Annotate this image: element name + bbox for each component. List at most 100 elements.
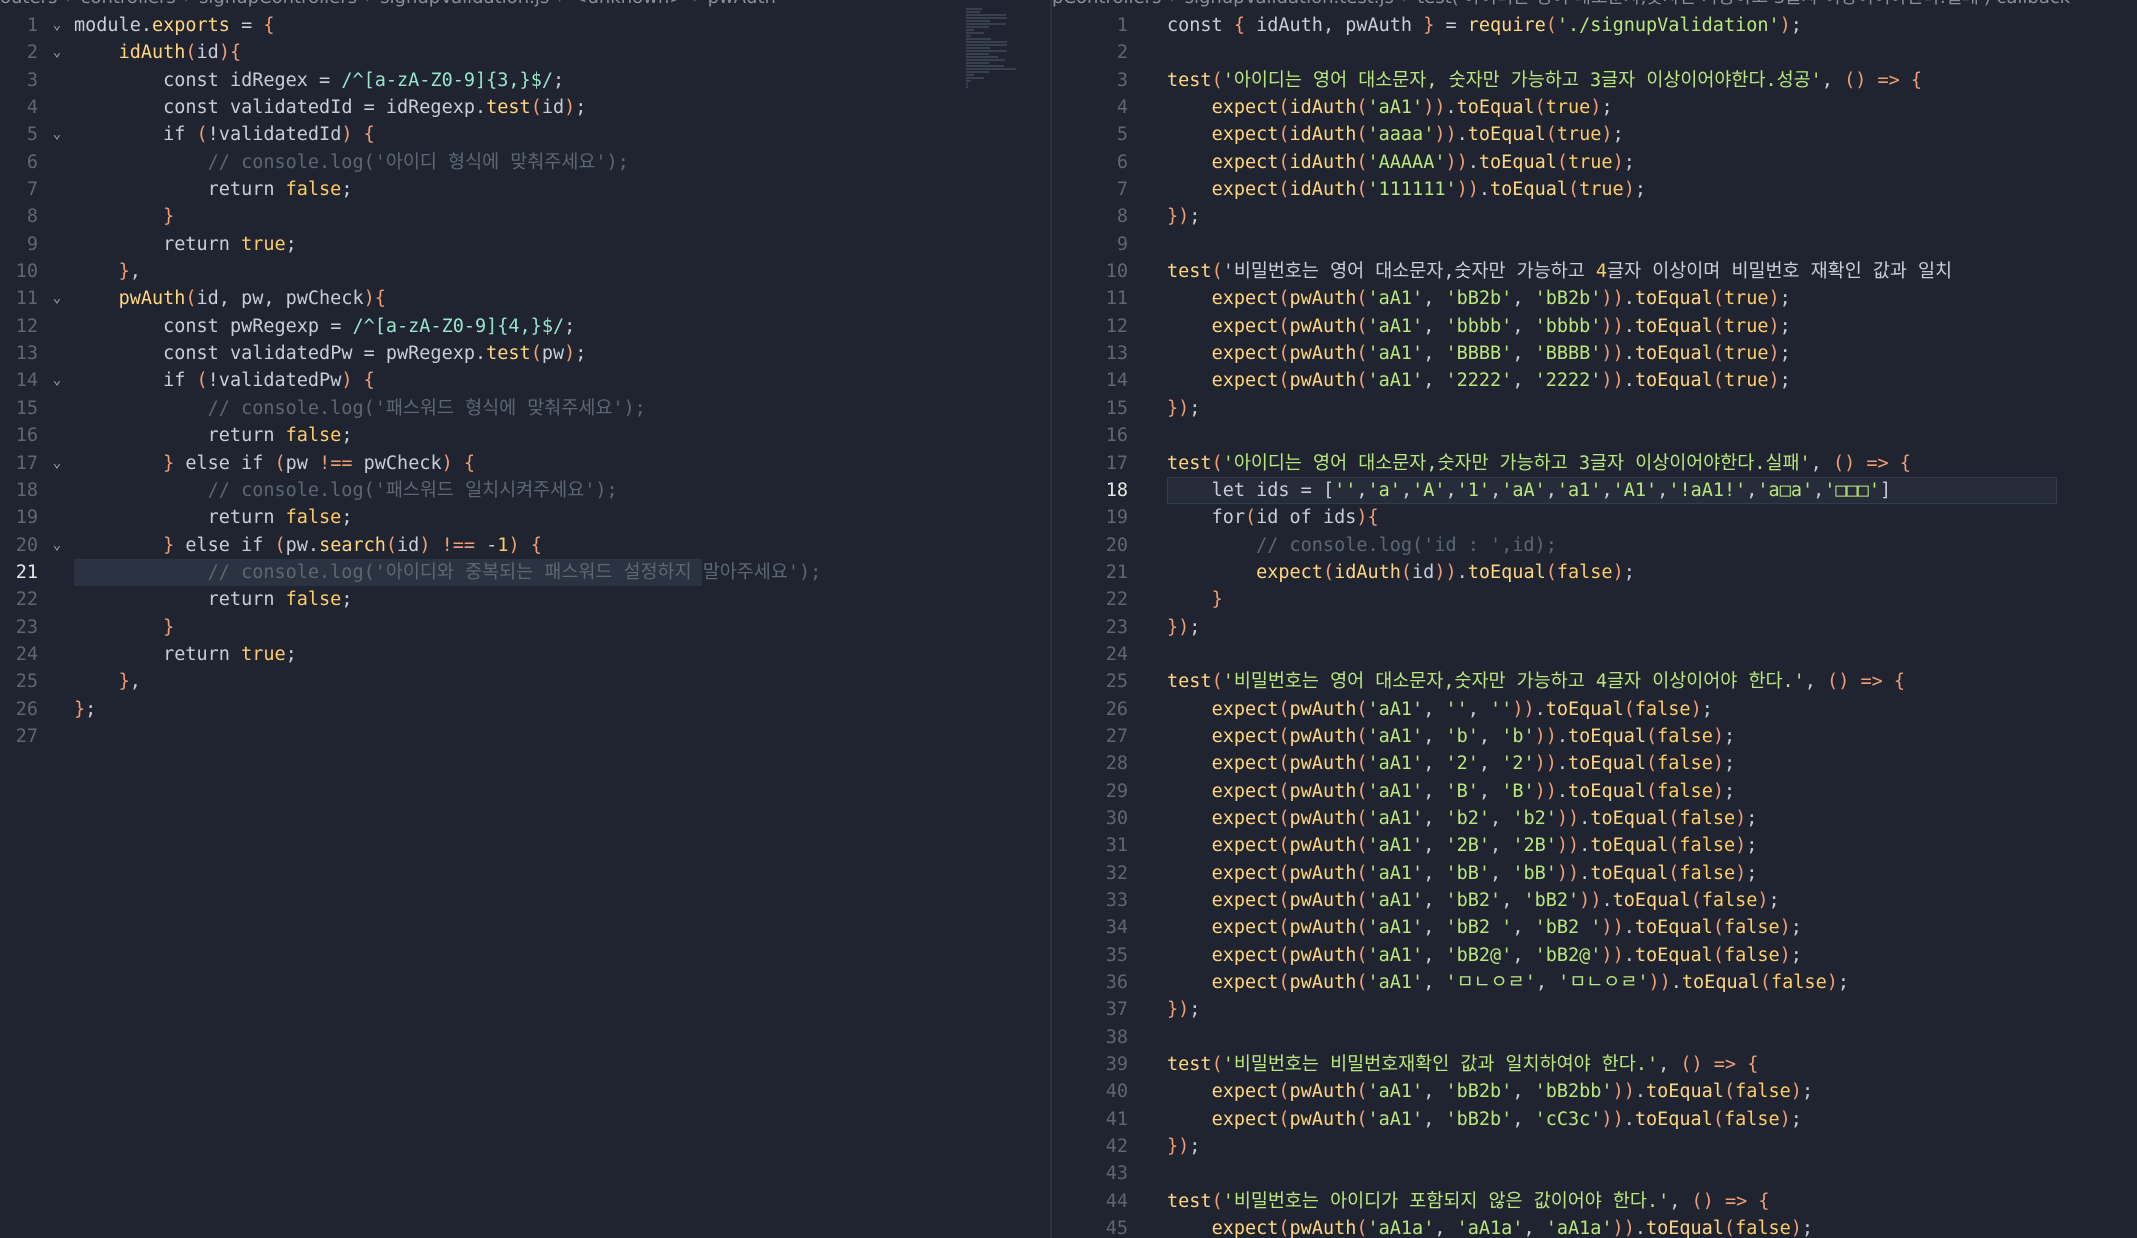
code-line[interactable]: 10 },: [0, 258, 1050, 285]
code-line[interactable]: 28 expect(pwAuth('aA1', '2', '2')).toEqu…: [1052, 750, 2137, 777]
code-line[interactable]: 29 expect(pwAuth('aA1', 'B', 'B')).toEqu…: [1052, 778, 2137, 805]
fold-chevron-icon[interactable]: ⌄: [48, 39, 66, 66]
code-line[interactable]: 14 expect(pwAuth('aA1', '2222', '2222'))…: [1052, 367, 2137, 394]
code-line[interactable]: 35 expect(pwAuth('aA1', 'bB2@', 'bB2@'))…: [1052, 942, 2137, 969]
code-line[interactable]: 42});: [1052, 1133, 2137, 1160]
code-line[interactable]: 17 test('아이디는 영어 대소문자,숫자만 가능하고 3글자 이상이어야한…: [1052, 450, 2137, 477]
fold-chevron-icon[interactable]: ⌄: [48, 12, 66, 39]
editor-pane-right[interactable]: pControllers›signupValidation.test.js›te…: [1052, 0, 2137, 1238]
breadcrumb-item[interactable]: test('아이디는 영어 대소문자,숫자만 가능하고 3글자 이상이어야한다.…: [1417, 0, 2070, 8]
code-line[interactable]: 15 // console.log('패스워드 형식에 맞춰주세요');: [0, 395, 1050, 422]
code-line[interactable]: 32 expect(pwAuth('aA1', 'bB', 'bB')).toE…: [1052, 860, 2137, 887]
code-line[interactable]: 5 ⌄ if (!validatedId) {: [0, 121, 1050, 148]
code-line[interactable]: 8});: [1052, 203, 2137, 230]
code-line[interactable]: 20 ⌄ } else if (pw.search(id) !== -1) {: [0, 532, 1050, 559]
code-line[interactable]: 6 // console.log('아이디 형식에 맞춰주세요');: [0, 149, 1050, 176]
code-line[interactable]: 9: [1052, 231, 2137, 258]
code-line[interactable]: 30 expect(pwAuth('aA1', 'b2', 'b2')).toE…: [1052, 805, 2137, 832]
breadcrumb-item[interactable]: signupControllers: [199, 0, 357, 8]
breadcrumb-item[interactable]: signupValidation.test.js: [1185, 0, 1394, 8]
fold-chevron-icon[interactable]: ⌄: [48, 285, 66, 312]
code-line[interactable]: 16: [1052, 422, 2137, 449]
breadcrumb-item[interactable]: pControllers: [1052, 0, 1161, 8]
fold-chevron-icon[interactable]: ⌄: [48, 367, 66, 394]
code-line[interactable]: 37});: [1052, 996, 2137, 1023]
code-line[interactable]: 18 let ids = ['','a','A','1','aA','a1','…: [1052, 476, 2137, 505]
code-editor[interactable]: 1 const { idAuth, pwAuth } = require('./s…: [1052, 12, 2137, 1238]
code-line[interactable]: 19 for(id of ids){: [1052, 504, 2137, 531]
code-text: expect(pwAuth('aA1', 'BBBB', 'BBBB')).to…: [1211, 343, 1791, 365]
code-line[interactable]: 15});: [1052, 395, 2137, 422]
code-line[interactable]: 27 expect(pwAuth('aA1', 'b', 'b')).toEqu…: [1052, 723, 2137, 750]
code-line[interactable]: 23});: [1052, 614, 2137, 641]
code-line[interactable]: 21 expect(idAuth(id)).toEqual(false);: [1052, 559, 2137, 586]
code-line[interactable]: 20 // console.log('id : ',id);: [1052, 532, 2137, 559]
code-line[interactable]: 13 expect(pwAuth('aA1', 'BBBB', 'BBBB'))…: [1052, 340, 2137, 367]
code-line[interactable]: 5 expect(idAuth('aaaa')).toEqual(true);: [1052, 121, 2137, 148]
code-line[interactable]: 33 expect(pwAuth('aA1', 'bB2', 'bB2')).t…: [1052, 887, 2137, 914]
code-line[interactable]: 3 test('아이디는 영어 대소문자, 숫자만 가능하고 3글자 이상이어야한…: [1052, 67, 2137, 94]
code-editor[interactable]: 1 ⌄ module.exports = {2 ⌄ idAuth(id){3 cons…: [0, 12, 1050, 750]
breadcrumb-item[interactable]: <unknown>: [572, 0, 684, 8]
code-line[interactable]: 13 const validatedPw = pwRegexp.test(pw)…: [0, 340, 1050, 367]
code-line[interactable]: 1 ⌄ module.exports = {: [0, 12, 1050, 39]
code-line[interactable]: 27: [0, 723, 1050, 750]
code-line[interactable]: 2 ⌄ idAuth(id){: [0, 39, 1050, 66]
line-number: 28: [1105, 753, 1128, 775]
breadcrumb-item[interactable]: signupValidation.js: [380, 0, 549, 8]
code-line[interactable]: 9 return true;: [0, 231, 1050, 258]
breadcrumb-item[interactable]: controllers: [81, 0, 176, 8]
fold-chevron-icon[interactable]: ⌄: [48, 532, 66, 559]
code-line[interactable]: 22 return false;: [0, 586, 1050, 613]
code-line[interactable]: 26 expect(pwAuth('aA1', '', '')).toEqual…: [1052, 696, 2137, 723]
code-line[interactable]: 1 const { idAuth, pwAuth } = require('./s…: [1052, 12, 2137, 39]
code-line[interactable]: 25 },: [0, 668, 1050, 695]
code-line[interactable]: 3 const idRegex = /^[a-zA-Z0-9]{3,}$/;: [0, 67, 1050, 94]
code-line[interactable]: 24 return true;: [0, 641, 1050, 668]
fold-chevron-icon[interactable]: ⌄: [48, 450, 66, 477]
code-line[interactable]: 23 }: [0, 614, 1050, 641]
code-line[interactable]: 24: [1052, 641, 2137, 668]
code-line[interactable]: 41 expect(pwAuth('aA1', 'bB2b', 'cC3c'))…: [1052, 1106, 2137, 1133]
breadcrumb-item[interactable]: outers: [0, 0, 57, 8]
code-line[interactable]: 4 const validatedId = idRegexp.test(id);: [0, 94, 1050, 121]
code-line[interactable]: 22 }: [1052, 586, 2137, 613]
breadcrumb-item[interactable]: pwAuth: [708, 0, 776, 8]
code-line[interactable]: 39 test('비밀번호는 비밀번호재확인 값과 일치하여야 한다.', () …: [1052, 1051, 2137, 1078]
code-text: },: [118, 671, 141, 693]
minimap-line: [966, 47, 991, 49]
code-line[interactable]: 43: [1052, 1160, 2137, 1187]
minimap[interactable]: [966, 8, 1046, 128]
code-line[interactable]: 34 expect(pwAuth('aA1', 'bB2 ', 'bB2 '))…: [1052, 914, 2137, 941]
code-line[interactable]: 40 expect(pwAuth('aA1', 'bB2b', 'bB2bb')…: [1052, 1078, 2137, 1105]
code-line[interactable]: 11 expect(pwAuth('aA1', 'bB2b', 'bB2b'))…: [1052, 285, 2137, 312]
code-line[interactable]: 26};: [0, 696, 1050, 723]
code-line[interactable]: 31 expect(pwAuth('aA1', '2B', '2B')).toE…: [1052, 832, 2137, 859]
code-line[interactable]: 7 expect(idAuth('111111')).toEqual(true)…: [1052, 176, 2137, 203]
code-line[interactable]: 12 const pwRegexp = /^[a-zA-Z0-9]{4,}$/;: [0, 313, 1050, 340]
code-line[interactable]: 4 expect(idAuth('aA1')).toEqual(true);: [1052, 94, 2137, 121]
code-line[interactable]: 11 ⌄ pwAuth(id, pw, pwCheck){: [0, 285, 1050, 312]
breadcrumb[interactable]: outers›controllers›signupControllers›sig…: [0, 0, 776, 8]
code-line[interactable]: 8 }: [0, 203, 1050, 230]
fold-chevron-icon[interactable]: ⌄: [48, 121, 66, 148]
code-line[interactable]: 6 expect(idAuth('AAAAA')).toEqual(true);: [1052, 149, 2137, 176]
code-line[interactable]: 10 test('비밀번호는 영어 대소문자,숫자만 가능하고 4글자 이상이며 …: [1052, 258, 2137, 285]
code-line[interactable]: 16 return false;: [0, 422, 1050, 449]
breadcrumb[interactable]: pControllers›signupValidation.test.js›te…: [1052, 0, 2070, 8]
code-line[interactable]: 36 expect(pwAuth('aA1', 'ㅁㄴㅇㄹ', 'ㅁㄴㅇㄹ'))…: [1052, 969, 2137, 996]
editor-pane-left[interactable]: outers›controllers›signupControllers›sig…: [0, 0, 1050, 1238]
code-line[interactable]: 25 test('비밀번호는 영어 대소문자,숫자만 가능하고 4글자 이상이어야…: [1052, 668, 2137, 695]
minimap-line: [966, 59, 1005, 61]
code-line[interactable]: 7 return false;: [0, 176, 1050, 203]
code-line[interactable]: 17 ⌄ } else if (pw !== pwCheck) {: [0, 450, 1050, 477]
code-line[interactable]: 38: [1052, 1024, 2137, 1051]
code-line[interactable]: 19 return false;: [0, 504, 1050, 531]
code-line[interactable]: 45 expect(pwAuth('aA1a', 'aA1a', 'aA1a')…: [1052, 1215, 2137, 1238]
code-line[interactable]: 14 ⌄ if (!validatedPw) {: [0, 367, 1050, 394]
code-line[interactable]: 12 expect(pwAuth('aA1', 'bbbb', 'bbbb'))…: [1052, 313, 2137, 340]
code-line[interactable]: 44 test('비밀번호는 아이디가 포함되지 않은 값이어야 한다.', ()…: [1052, 1188, 2137, 1215]
code-line[interactable]: 2: [1052, 39, 2137, 66]
code-line[interactable]: 18 // console.log('패스워드 일치시켜주세요');: [0, 477, 1050, 504]
code-line[interactable]: 21 // console.log('아이디와 중복되는 패스워드 설정하지 말…: [0, 558, 1050, 587]
